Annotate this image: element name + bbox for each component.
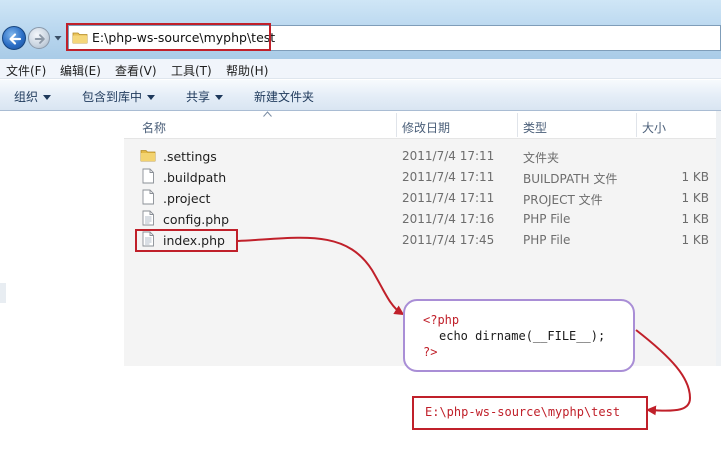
file-size: 1 KB [681, 233, 709, 247]
navigation-pane [0, 111, 124, 366]
file-type: PHP File [523, 212, 571, 226]
file-name: .settings [163, 149, 217, 164]
menu-bar: 文件(F) 编辑(E) 查看(V) 工具(T) 帮助(H) [0, 59, 721, 79]
column-divider[interactable] [396, 113, 397, 137]
file-row-config-php[interactable]: config.php 2011/7/4 17:16 PHP File 1 KB [140, 209, 715, 230]
file-date: 2011/7/4 17:45 [402, 233, 495, 247]
file-date: 2011/7/4 17:11 [402, 191, 495, 205]
menu-tools[interactable]: 工具(T) [171, 62, 212, 79]
column-type[interactable]: 类型 [523, 119, 547, 136]
share-label: 共享 [186, 90, 211, 104]
back-arrow-icon [9, 33, 22, 45]
file-size: 1 KB [681, 170, 709, 184]
organize-label: 组织 [14, 90, 39, 104]
organize-button[interactable]: 组织 [14, 88, 52, 105]
address-highlight-box [66, 23, 271, 51]
include-in-library-label: 包含到库中 [82, 90, 143, 104]
sort-ascending-icon [263, 111, 272, 117]
share-button[interactable]: 共享 [186, 88, 224, 105]
code-line-open-tag: <?php [423, 313, 460, 327]
file-type: BUILDPATH 文件 [523, 172, 618, 186]
file-type: PHP File [523, 233, 571, 247]
menu-file[interactable]: 文件(F) [6, 62, 46, 79]
vertical-scrollbar[interactable] [716, 111, 721, 366]
back-button[interactable] [2, 26, 26, 50]
column-divider[interactable] [636, 113, 637, 137]
file-row-project[interactable]: .project 2011/7/4 17:11 PROJECT 文件 1 KB [140, 188, 715, 209]
column-divider[interactable] [517, 113, 518, 137]
file-name: .buildpath [163, 170, 227, 185]
file-icon [142, 189, 154, 205]
code-line-echo: echo dirname(__FILE__); [439, 329, 606, 343]
menu-edit[interactable]: 编辑(E) [60, 62, 101, 79]
command-bar: 组织 包含到库中 共享 新建文件夹 [0, 80, 721, 111]
code-line-close-tag: ?> [423, 345, 438, 359]
file-date: 2011/7/4 17:11 [402, 149, 495, 163]
new-folder-button[interactable]: 新建文件夹 [254, 88, 314, 105]
file-date: 2011/7/4 17:16 [402, 212, 495, 226]
chevron-down-icon [43, 95, 52, 100]
address-toolbar: E:\php-ws-source\myphp\test [0, 0, 721, 59]
folder-icon [140, 150, 156, 162]
menu-view[interactable]: 查看(V) [115, 62, 157, 79]
file-size: 1 KB [681, 212, 709, 226]
result-annotation: E:\php-ws-source\myphp\test [412, 396, 648, 430]
column-size[interactable]: 大小 [642, 119, 666, 136]
file-icon [142, 168, 154, 184]
file-row-settings[interactable]: .settings 2011/7/4 17:11 文件夹 [140, 146, 715, 167]
file-name: .project [163, 191, 211, 206]
chevron-down-icon [147, 95, 156, 100]
include-in-library-button[interactable]: 包含到库中 [82, 88, 156, 105]
file-row-buildpath[interactable]: .buildpath 2011/7/4 17:11 BUILDPATH 文件 1… [140, 167, 715, 188]
code-annotation: <?php echo dirname(__FILE__); ?> [403, 299, 635, 372]
file-type: PROJECT 文件 [523, 193, 603, 207]
index-php-highlight-box [135, 229, 238, 252]
forward-button[interactable] [28, 27, 50, 49]
file-date: 2011/7/4 17:11 [402, 170, 495, 184]
forward-arrow-icon [34, 34, 45, 44]
php-file-icon [142, 210, 154, 226]
column-name[interactable]: 名称 [142, 119, 166, 136]
file-name: config.php [163, 212, 230, 227]
column-date-modified[interactable]: 修改日期 [402, 119, 450, 136]
menu-help[interactable]: 帮助(H) [226, 62, 268, 79]
file-type: 文件夹 [523, 151, 560, 165]
navigation-pane-splitter[interactable] [0, 283, 6, 303]
recent-pages-dropdown-icon[interactable] [54, 34, 62, 42]
chevron-down-icon [215, 95, 224, 100]
file-size: 1 KB [681, 191, 709, 205]
column-header: 名称 修改日期 类型 大小 [124, 111, 721, 139]
result-output-text: E:\php-ws-source\myphp\test [425, 405, 621, 419]
